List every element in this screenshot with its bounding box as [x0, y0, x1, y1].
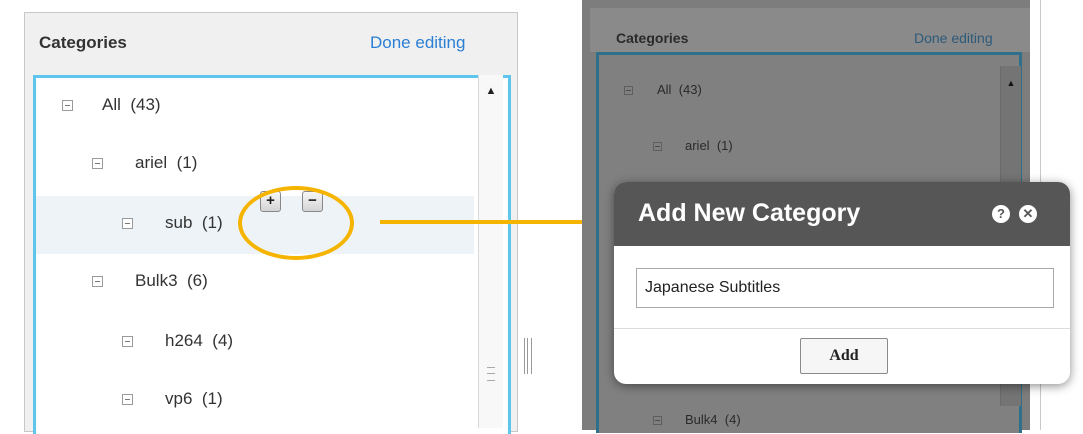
panel-splitter-handle[interactable] — [524, 338, 532, 374]
add-category-dialog: Add New Category ? ✕ Add — [614, 182, 1070, 384]
tree-row-vp6[interactable]: vp6 (1) — [36, 372, 474, 430]
collapse-icon[interactable] — [92, 158, 103, 169]
dialog-title: Add New Category — [638, 199, 861, 227]
collapse-icon — [653, 142, 662, 151]
dimmed-panel-title: Categories — [616, 30, 689, 46]
tree-label: ariel (1) — [135, 153, 198, 172]
collapse-icon — [624, 86, 633, 95]
close-icon[interactable]: ✕ — [1019, 205, 1037, 223]
tree-label: h264 (4) — [165, 331, 234, 350]
highlight-circle — [238, 186, 354, 260]
collapse-icon[interactable] — [122, 336, 133, 347]
collapse-icon[interactable] — [62, 100, 73, 111]
add-button[interactable]: Add — [800, 338, 888, 374]
dimmed-tree-label: ariel (1) — [685, 138, 733, 153]
collapse-icon[interactable] — [122, 394, 133, 405]
tree-row-ariel[interactable]: ariel (1) — [36, 136, 474, 194]
tree-scrollbar[interactable]: ▲ — [478, 75, 503, 428]
dimmed-tree-label: Bulk4 (4) — [685, 412, 741, 427]
collapse-icon — [653, 416, 662, 425]
tree-row-all[interactable]: All (43) — [36, 78, 474, 136]
panel-header: Categories Done editing — [25, 13, 517, 75]
dimmed-tree-label: All (43) — [657, 82, 702, 97]
dimmed-panel-header: Categories Done editing — [590, 8, 1030, 52]
collapse-icon[interactable] — [122, 218, 133, 229]
panel-title: Categories — [39, 33, 127, 52]
dimmed-scroll-up-icon: ▲ — [1006, 78, 1016, 88]
tree-label: All (43) — [102, 95, 161, 114]
dialog-divider — [614, 328, 1070, 329]
tree-row-h264[interactable]: h264 (4) — [36, 314, 474, 372]
collapse-icon[interactable] — [92, 276, 103, 287]
done-editing-link[interactable]: Done editing — [370, 33, 465, 53]
help-icon[interactable]: ? — [992, 205, 1010, 223]
tree-label: Bulk3 (6) — [135, 271, 208, 290]
scroll-up-arrow-icon[interactable]: ▲ — [479, 83, 503, 99]
callout-arrow-line — [380, 220, 584, 224]
tree-label: sub (1) — [165, 213, 223, 232]
tree-row-bulk3[interactable]: Bulk3 (6) — [36, 254, 474, 312]
tree-label: vp6 (1) — [165, 389, 223, 408]
dimmed-done-editing-link: Done editing — [914, 30, 993, 46]
dialog-header: Add New Category ? ✕ — [614, 182, 1070, 246]
scroll-grip-icon[interactable] — [487, 367, 495, 381]
category-name-input[interactable] — [636, 268, 1054, 308]
